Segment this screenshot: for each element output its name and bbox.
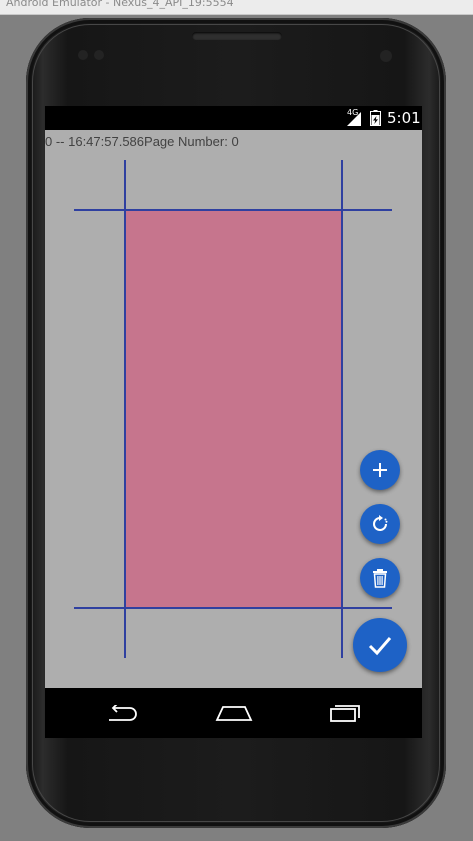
back-button[interactable]	[103, 698, 143, 728]
status-bar: 4G 5:01	[45, 106, 422, 130]
device-screen: 4G 5:01 0 -- 16:47:57.586Page Number: 0	[45, 106, 422, 738]
home-button[interactable]	[214, 698, 254, 728]
earpiece	[192, 32, 282, 40]
status-time: 5:01	[387, 109, 421, 127]
delete-button[interactable]	[360, 558, 400, 598]
top-guide-line[interactable]	[74, 209, 392, 211]
navigation-bar	[45, 688, 422, 738]
right-guide-line[interactable]	[341, 160, 343, 658]
emulator-title: Android Emulator - Nexus_4_API_19:5554	[6, 0, 234, 9]
emulator-title-bar: Android Emulator - Nexus_4_API_19:5554	[0, 0, 473, 15]
front-camera	[380, 50, 392, 62]
add-button[interactable]	[360, 450, 400, 490]
check-icon	[368, 637, 392, 656]
bottom-guide-line[interactable]	[74, 607, 392, 609]
rotate-button[interactable]	[360, 504, 400, 544]
signal-icon	[347, 112, 361, 126]
back-icon	[109, 705, 137, 721]
front-sensor	[94, 50, 104, 60]
front-sensor	[78, 50, 88, 60]
rotate-icon	[373, 515, 388, 531]
home-icon	[215, 706, 253, 721]
page-rectangle[interactable]	[125, 210, 342, 608]
battery-icon	[370, 110, 381, 126]
page-editor-canvas[interactable]: 0 -- 16:47:57.586Page Number: 0	[45, 130, 422, 688]
plus-icon	[373, 463, 387, 477]
recents-icon	[330, 705, 360, 722]
page-info-text: 0 -- 16:47:57.586Page Number: 0	[45, 134, 239, 149]
confirm-button[interactable]	[353, 618, 407, 672]
trash-icon	[373, 569, 387, 588]
recents-button[interactable]	[325, 698, 365, 728]
left-guide-line[interactable]	[124, 160, 126, 658]
